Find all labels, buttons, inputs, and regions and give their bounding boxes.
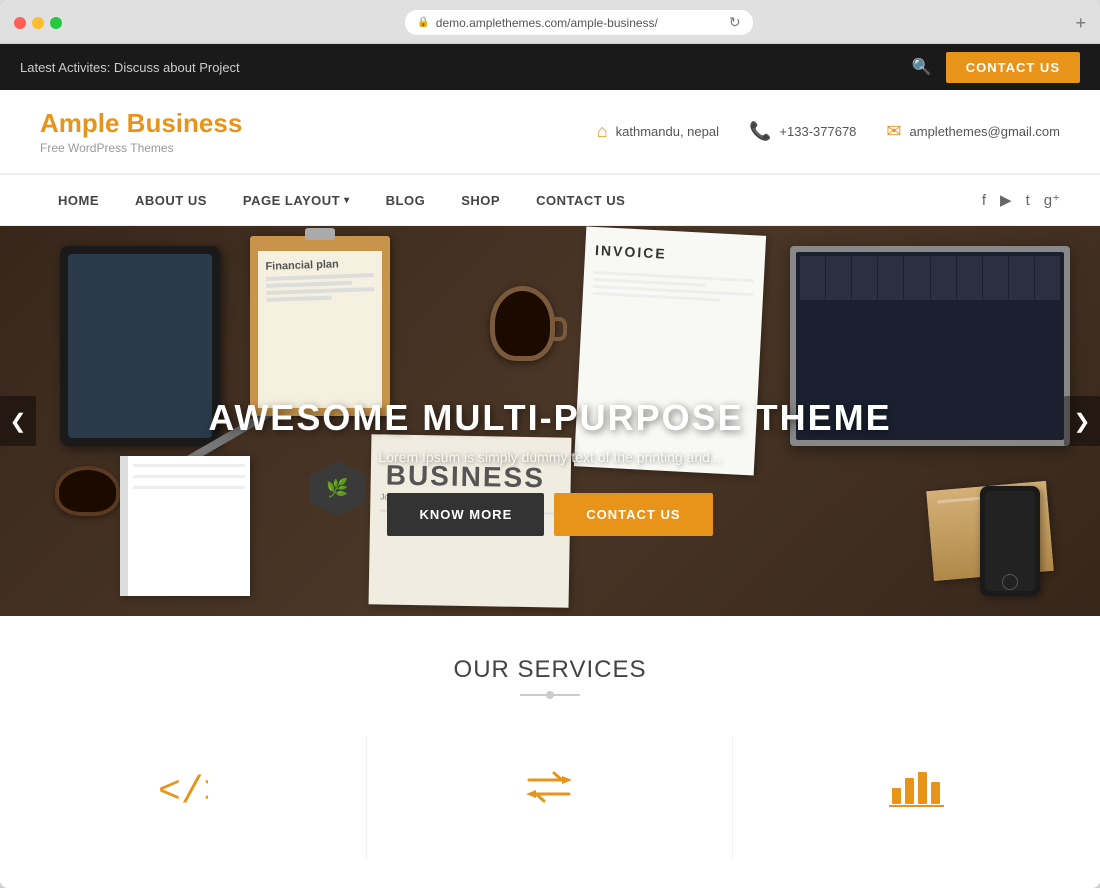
search-icon[interactable]: 🔍 [912,57,932,77]
phone-text: +133-377678 [779,124,856,139]
nav-blog[interactable]: BLOG [368,174,444,226]
traffic-lights [14,17,62,29]
top-bar-notice: Latest Activites: Discuss about Project [20,60,240,75]
email-item: ✉ amplethemes@gmail.com [886,121,1060,142]
clipboard-prop: Financial plan [250,236,390,416]
svg-text:</>: </> [158,771,208,808]
facebook-icon[interactable]: f [982,192,986,209]
hero-title: AWESOME MULTI-PURPOSE THEME [0,397,1100,439]
service-item-analytics [733,736,1100,858]
top-bar-right: 🔍 CONTACT US [912,52,1080,83]
exchange-icon [407,766,693,818]
navigation-bar: HOME ABOUT US PAGE LAYOUT ▾ BLOG SHOP CO… [0,174,1100,226]
site-header: Ample Business Free WordPress Themes ⌂ k… [0,90,1100,174]
logo-title: Ample Business [40,108,242,139]
traffic-light-yellow[interactable] [32,17,44,29]
slider-arrow-right[interactable]: ❯ [1064,396,1100,446]
url-text: demo.amplethemes.com/ample-business/ [436,16,658,30]
coffee-cup [490,286,555,361]
top-bar: Latest Activites: Discuss about Project … [0,44,1100,90]
lock-icon: 🔒 [417,17,429,28]
logo-subtitle: Free WordPress Themes [40,141,242,155]
location-icon: ⌂ [597,121,608,142]
divider-line [520,694,580,696]
know-more-button[interactable]: KNOW MORE [387,493,544,536]
nav-contact[interactable]: CONTACT US [518,174,643,226]
twitter-icon[interactable]: t [1026,192,1030,209]
code-icon: </> [40,766,326,818]
refresh-button[interactable]: ↻ [729,14,741,31]
browser-chrome: 🔒 demo.amplethemes.com/ample-business/ ↻… [0,0,1100,44]
site-logo: Ample Business Free WordPress Themes [40,108,242,155]
address-bar[interactable]: 🔒 demo.amplethemes.com/ample-business/ ↻ [405,10,752,35]
services-section: OUR SERVICES </> [0,616,1100,888]
traffic-light-red[interactable] [14,17,26,29]
email-icon: ✉ [886,121,901,142]
youtube-icon[interactable]: ▶ [1000,191,1012,209]
phone-icon: 📞 [749,121,771,142]
nav-home[interactable]: HOME [40,174,117,226]
hero-slider: Financial plan INVOICE [0,226,1100,616]
hero-subtitle: Lorem Ipsum is simply dummy text of the … [0,449,1100,465]
slider-arrow-left[interactable]: ❮ [0,396,36,446]
traffic-light-green[interactable] [50,17,62,29]
email-text: amplethemes@gmail.com [910,124,1060,139]
top-contact-us-button[interactable]: CONTACT US [946,52,1080,83]
clipboard-paper: Financial plan [258,251,382,408]
nav-shop[interactable]: SHOP [443,174,518,226]
header-contact: ⌂ kathmandu, nepal 📞 +133-377678 ✉ ample… [597,121,1060,142]
phone-item: 📞 +133-377678 [749,121,856,142]
nav-page-layout[interactable]: PAGE LAYOUT ▾ [225,174,368,226]
services-grid: </> [0,736,1100,858]
services-title: OUR SERVICES [0,656,1100,684]
services-divider [0,694,1100,696]
service-item-digital: </> [0,736,367,858]
nav-about[interactable]: ABOUT US [117,174,225,226]
hero-content: AWESOME MULTI-PURPOSE THEME Lorem Ipsum … [0,397,1100,536]
hero-buttons: KNOW MORE CONTACT US [0,493,1100,536]
location-item: ⌂ kathmandu, nepal [597,121,719,142]
new-tab-button[interactable]: + [1075,14,1086,32]
location-text: kathmandu, nepal [616,124,719,139]
browser-window: 🔒 demo.amplethemes.com/ample-business/ ↻… [0,0,1100,888]
hero-contact-button[interactable]: CONTACT US [554,493,712,536]
google-plus-icon[interactable]: g⁺ [1044,191,1060,209]
service-item-transfer [367,736,734,858]
nav-links: HOME ABOUT US PAGE LAYOUT ▾ BLOG SHOP CO… [40,174,643,226]
chart-icon [773,766,1060,818]
nav-social: f ▶ t g⁺ [982,191,1060,209]
